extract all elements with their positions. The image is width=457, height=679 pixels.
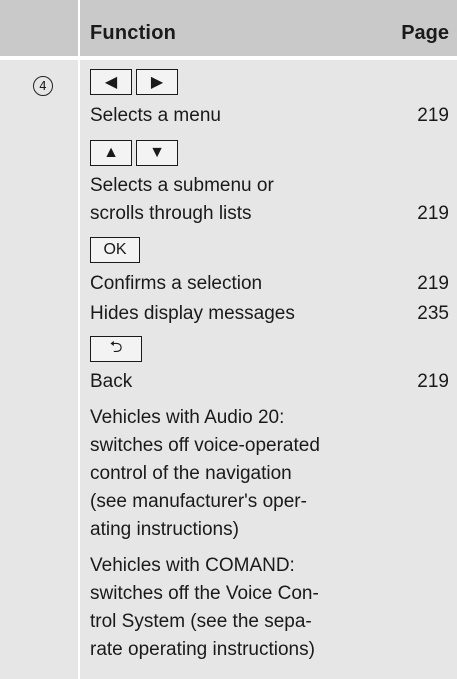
note-audio20-line5: ating instructions)	[90, 519, 239, 540]
entry-hides-messages: Hides display messages	[90, 303, 295, 324]
left-arrow-key-icon: ◀	[90, 69, 132, 95]
item-number-badge: 4	[33, 76, 53, 96]
header-function-label: Function	[90, 22, 177, 44]
up-down-keys: ▲ ▼	[90, 140, 178, 166]
header-page-label: Page	[401, 22, 449, 44]
page-ref-hides-messages: 235	[417, 303, 449, 324]
ok-key-row: OK	[90, 237, 140, 263]
column-separator	[78, 0, 80, 679]
ok-key-icon: OK	[90, 237, 140, 263]
note-comand-line2: switches off the Voice Con-	[90, 583, 319, 604]
page-ref-selects-submenu: 219	[417, 203, 449, 224]
note-comand-line3: trol System (see the sepa-	[90, 611, 312, 632]
right-arrow-key-icon: ▶	[136, 69, 178, 95]
entry-selects-submenu-line2: scrolls through lists	[90, 203, 252, 224]
down-arrow-key-icon: ▼	[136, 140, 178, 166]
entry-back: Back	[90, 371, 133, 392]
entry-confirms-selection: Confirms a selection	[90, 273, 263, 294]
page-ref-selects-menu: 219	[417, 105, 449, 126]
page-ref-back: 219	[417, 371, 449, 392]
page-ref-confirms-selection: 219	[417, 273, 449, 294]
table-header: Function Page	[0, 0, 457, 56]
note-comand-line1: Vehicles with COMAND:	[90, 555, 295, 576]
up-arrow-key-icon: ▲	[90, 140, 132, 166]
left-right-keys: ◀ ▶	[90, 69, 178, 95]
note-comand-line4: rate operating instructions)	[90, 639, 315, 660]
note-audio20-line4: (see manufacturer's oper-	[90, 491, 307, 512]
back-key-row: ⮌	[90, 336, 142, 362]
entry-selects-submenu-line1: Selects a submenu or	[90, 175, 274, 196]
note-audio20-line3: control of the navigation	[90, 463, 292, 484]
entry-selects-menu: Selects a menu	[90, 105, 221, 126]
back-key-icon: ⮌	[90, 336, 142, 362]
note-audio20-line1: Vehicles with Audio 20:	[90, 407, 285, 428]
note-audio20-line2: switches off voice-operated	[90, 435, 320, 456]
